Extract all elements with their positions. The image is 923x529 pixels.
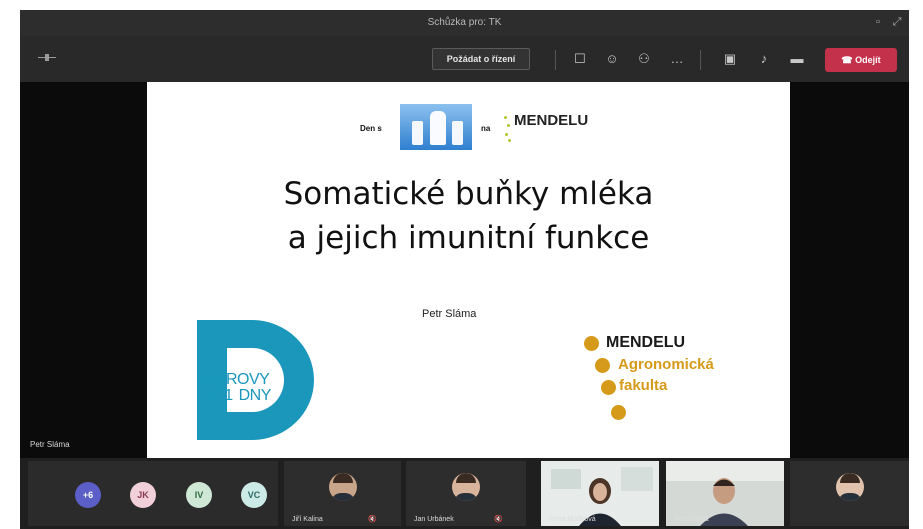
- avatar: [452, 473, 480, 501]
- participant-tile[interactable]: Jiří Kalina 🔇: [284, 461, 401, 526]
- presenter-name: Petr Sláma: [30, 440, 70, 449]
- slide-title-line-2: a jejich imunitní funkce: [287, 220, 650, 256]
- participant-name: Petra Mašková: [549, 516, 596, 523]
- toolbar-divider: [555, 50, 556, 70]
- participant-tile[interactable]: [790, 461, 909, 526]
- teams-meeting-window: Schůzka pro: TK ▫ ⤢ Požádat o řízení ☐ ☺…: [20, 10, 909, 529]
- agronomicka-fakulta-logo: MENDELU Agronomická fakulta: [582, 330, 762, 430]
- people-icon[interactable]: ⚇: [634, 49, 654, 69]
- more-participants-avatar[interactable]: +6: [75, 482, 101, 508]
- shared-content-stage: Den s na MENDELU Somatické buňky mléka a…: [20, 82, 909, 458]
- request-control-button[interactable]: Požádat o řízení: [432, 48, 530, 70]
- milk-image: [400, 104, 472, 150]
- title-bar: Schůzka pro: TK ▫ ⤢: [20, 10, 909, 36]
- day-text: Den s: [360, 124, 382, 133]
- avatar[interactable]: JK: [130, 482, 156, 508]
- mendelu-dots-icon: [504, 114, 512, 142]
- slide-header: Den s na MENDELU: [147, 104, 790, 154]
- expand-icon[interactable]: ⤢: [890, 15, 904, 29]
- camera-off-icon[interactable]: ▣: [720, 49, 740, 69]
- mic-off-icon[interactable]: ♪: [754, 49, 774, 69]
- participant-gallery: +6 JK IV VC Jiří Kalina 🔇 Jan Urbánek 🔇: [20, 458, 909, 529]
- mic-muted-icon: 🔇: [494, 516, 503, 523]
- reactions-icon[interactable]: ☺: [602, 49, 622, 69]
- hang-up-icon: ☎: [841, 55, 856, 65]
- avatar-group: +6 JK IV VC: [28, 461, 278, 526]
- more-icon[interactable]: …: [667, 49, 687, 69]
- participant-name: Jiří Kalina: [292, 516, 323, 523]
- minimize-icon[interactable]: ▫: [871, 15, 885, 29]
- avatar[interactable]: IV: [186, 482, 212, 508]
- leave-button[interactable]: ☎ Odejít: [825, 48, 897, 72]
- slide-title-line-1: Somatické buňky mléka: [283, 176, 654, 212]
- na-text: na: [481, 124, 491, 133]
- chat-icon[interactable]: ☐: [570, 49, 590, 69]
- avatar[interactable]: VC: [241, 482, 267, 508]
- participant-video-tile[interactable]: Petr Sláma: [666, 461, 784, 526]
- mendelu-small-logo: MENDELU: [514, 112, 589, 129]
- pin-icon[interactable]: [38, 54, 56, 61]
- participant-name: Jan Urbánek: [414, 516, 454, 523]
- presentation-slide: Den s na MENDELU Somatické buňky mléka a…: [147, 82, 790, 458]
- ingrovy-dny-text: INGROVY 2021 DNY: [199, 371, 271, 404]
- window-title: Schůzka pro: TK: [427, 17, 502, 28]
- participant-tile[interactable]: Jan Urbánek 🔇: [406, 461, 526, 526]
- meeting-toolbar: Požádat o řízení ☐ ☺ ⚇ … ▣ ♪ ▬ ☎ Odejít: [20, 36, 909, 82]
- participant-video-tile[interactable]: Petra Mašková: [541, 461, 659, 526]
- mic-muted-icon: 🔇: [368, 516, 377, 523]
- participant-name: Petr Sláma: [674, 516, 709, 523]
- slide-author: Petr Sláma: [422, 308, 477, 320]
- avatar: [328, 473, 357, 501]
- slide-title: Somatické buňky mléka a jejich imunitní …: [147, 172, 790, 260]
- avatar: [835, 473, 864, 501]
- share-icon[interactable]: ▬: [787, 49, 807, 69]
- toolbar-divider: [700, 50, 701, 70]
